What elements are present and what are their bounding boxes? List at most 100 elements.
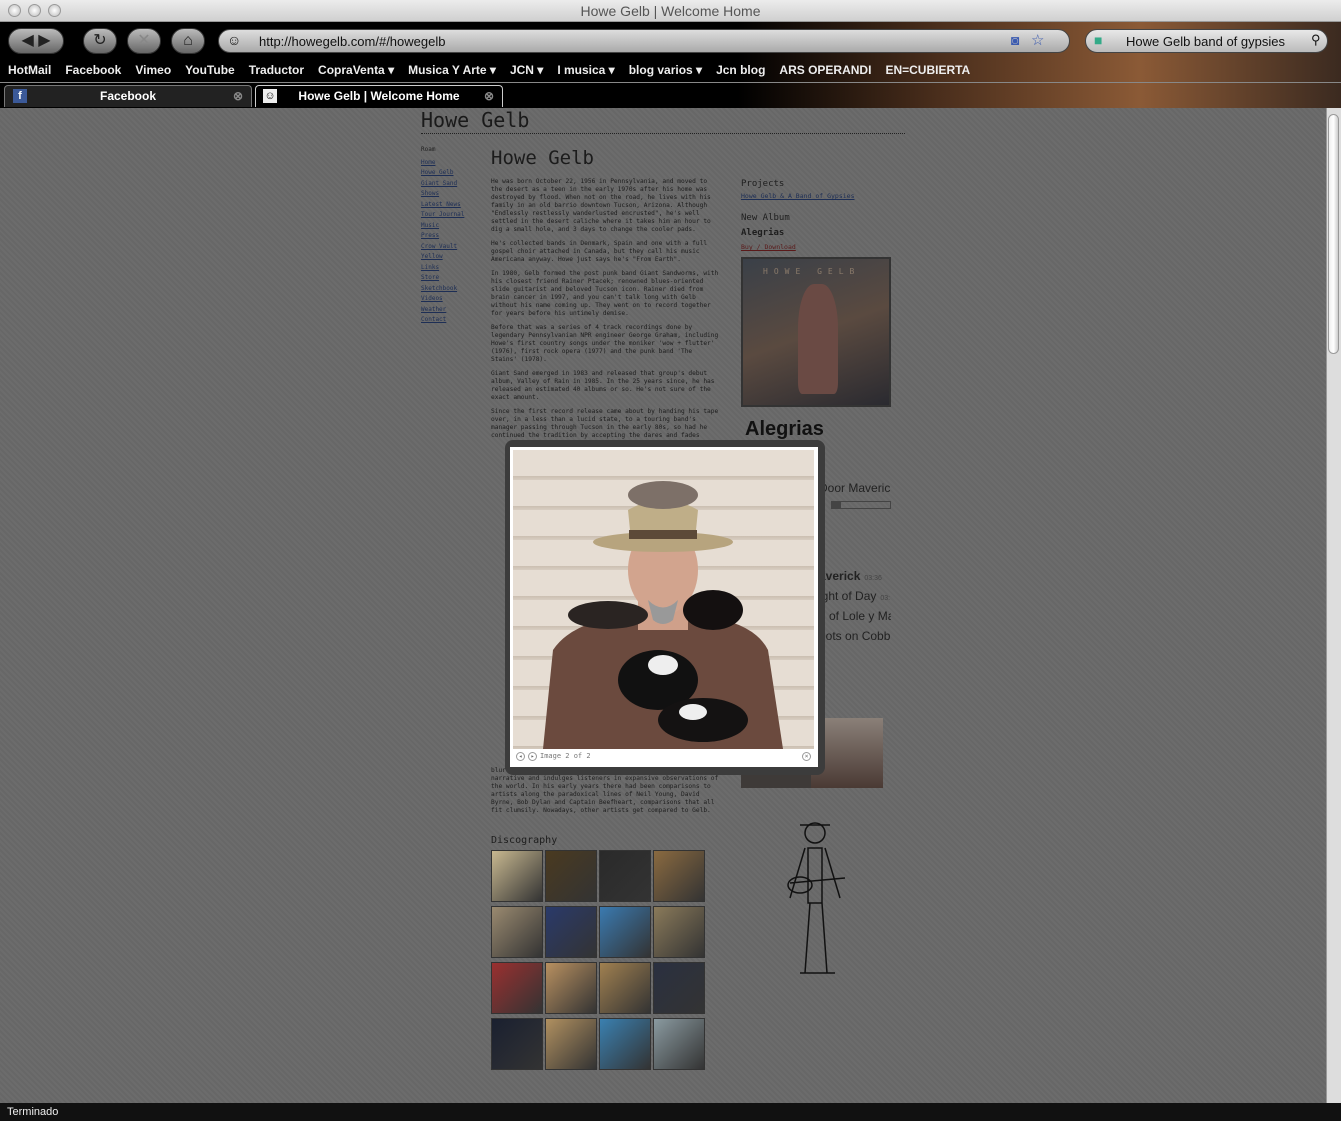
album-thumbnail[interactable] — [545, 850, 597, 902]
url-bar[interactable]: ☺ http://howegelb.com/#/howegelb ◙ ☆ — [218, 29, 1070, 53]
buy-download-link[interactable]: Buy / Download — [741, 241, 891, 253]
track-time: 03:36 — [864, 575, 882, 582]
reload-button[interactable]: ↻ — [83, 28, 117, 54]
tab-label: Howe Gelb | Welcome Home — [298, 89, 460, 103]
album-thumbnail[interactable] — [491, 1018, 543, 1070]
track-item[interactable]: oots on Cobb — [819, 629, 891, 643]
album-thumbnail[interactable] — [599, 962, 651, 1014]
guitarist-sketch-image — [787, 822, 846, 974]
bio-paragraph: He's collected bands in Denmark, Spain a… — [491, 240, 708, 263]
site-favicon-icon: ☺ — [227, 32, 242, 48]
bookmark-item[interactable]: EN=CUBIERTA — [885, 63, 970, 81]
album-thumbnail[interactable] — [653, 906, 705, 958]
back-forward-button[interactable]: ◀ ▶ — [8, 28, 64, 54]
nav-link[interactable]: Links — [421, 263, 464, 274]
nav-link[interactable]: Music — [421, 221, 464, 232]
nav-link[interactable]: Store — [421, 273, 464, 284]
sidebar-right: Projects Howe Gelb & A Band of Gypsies N… — [741, 178, 891, 253]
url-text: http://howegelb.com/#/howegelb — [259, 34, 446, 49]
nav-link[interactable]: Giant Sand — [421, 179, 464, 190]
track-title: oots on Cobb — [819, 629, 891, 643]
bookmark-item[interactable]: Vimeo — [135, 63, 171, 81]
bookmark-item[interactable]: Jcn blog — [716, 63, 765, 81]
album-thumbnail[interactable] — [653, 1018, 705, 1070]
bio-paragraph: In 1980, Gelb formed the post punk band … — [491, 270, 719, 317]
album-thumbnail[interactable] — [545, 962, 597, 1014]
previous-image-button[interactable]: ◂ — [516, 752, 525, 761]
lightbox-photo — [513, 450, 814, 749]
bio-paragraph: Before that was a series of 4 track reco… — [491, 324, 719, 363]
search-icon[interactable]: ⚲ — [1311, 32, 1321, 48]
album-cover-image[interactable]: HOWE GELB — [741, 257, 891, 407]
album-name: Alegrias — [741, 228, 785, 238]
nav-link[interactable]: Press — [421, 231, 464, 242]
album-thumbnail[interactable] — [599, 850, 651, 902]
projects-heading: Projects — [741, 179, 785, 189]
bookmark-item[interactable]: Musica Y Arte ▾ — [408, 63, 496, 81]
nav-link[interactable]: Yellow — [421, 252, 464, 263]
bookmark-item[interactable]: Traductor — [249, 63, 304, 81]
lightbox-caption: Image 2 of 2 — [540, 752, 591, 760]
nav-link[interactable]: Contact — [421, 315, 464, 326]
home-button[interactable]: ⌂ — [171, 28, 205, 54]
lightbox: ◂ ▸ Image 2 of 2 × — [510, 447, 818, 767]
now-playing-title: Door Maveric — [819, 481, 891, 495]
stop-button[interactable]: ✕ — [127, 28, 161, 54]
bookmark-star-icon[interactable]: ☆ — [1031, 31, 1044, 49]
nav-link[interactable]: Home — [421, 158, 464, 169]
nav-link[interactable]: Crow Vault — [421, 242, 464, 253]
tab-bar: f Facebook ⊗ ☺ Howe Gelb | Welcome Home … — [0, 82, 1341, 107]
page-heading: Howe Gelb — [491, 147, 594, 169]
projects-link[interactable]: Howe Gelb & A Band of Gypsies — [741, 192, 855, 200]
bookmark-item[interactable]: CopraVenta ▾ — [318, 63, 394, 81]
nav-link[interactable]: Sketchbook — [421, 284, 464, 295]
nav-link[interactable]: Videos — [421, 294, 464, 305]
bookmark-item[interactable]: Facebook — [65, 63, 121, 81]
album-thumbnail[interactable] — [545, 906, 597, 958]
close-lightbox-button[interactable]: × — [802, 752, 811, 761]
bookmark-item[interactable]: I musica ▾ — [557, 63, 614, 81]
bookmark-item[interactable]: ARS OPERANDI — [779, 63, 871, 81]
album-thumbnail[interactable] — [653, 962, 705, 1014]
nav-link[interactable]: Howe Gelb — [421, 168, 464, 179]
nav-link[interactable]: Shows — [421, 189, 464, 200]
bookmark-item[interactable]: blog varios ▾ — [629, 63, 702, 81]
man-with-kittens-photo — [543, 481, 783, 749]
nav-link[interactable]: Tour Journal — [421, 210, 464, 221]
album-heading: Alegrias — [745, 418, 824, 440]
album-thumbnail[interactable] — [491, 850, 543, 902]
progress-fill — [832, 502, 841, 508]
nav-heading: Roam — [421, 146, 436, 153]
track-item[interactable]: ight of Day 03: — [819, 589, 891, 603]
bookmark-item[interactable]: HotMail — [8, 63, 51, 81]
search-input[interactable]: Howe Gelb band of gypsies — [1126, 34, 1285, 49]
album-thumbnail[interactable] — [545, 1018, 597, 1070]
progress-bar[interactable] — [831, 501, 891, 509]
bio-paragraph: Since the first record release came abou… — [491, 408, 719, 439]
nav-link[interactable]: Weather — [421, 305, 464, 316]
close-tab-icon[interactable]: ⊗ — [484, 86, 494, 107]
album-thumbnail[interactable] — [599, 906, 651, 958]
scrollbar-thumb[interactable] — [1328, 114, 1339, 354]
rss-icon[interactable]: ◙ — [1011, 32, 1019, 48]
tab-facebook[interactable]: f Facebook ⊗ — [4, 85, 252, 107]
album-thumbnail[interactable] — [599, 1018, 651, 1070]
nav-link[interactable]: Latest News — [421, 200, 464, 211]
cover-lettering: HOWE GELB — [763, 267, 861, 276]
discography-heading: Discography — [491, 835, 558, 846]
bookmark-item[interactable]: YouTube — [185, 63, 235, 81]
tab-howe-gelb[interactable]: ☺ Howe Gelb | Welcome Home ⊗ — [255, 85, 503, 107]
track-item[interactable]: d of Lole y Ma — [819, 609, 891, 623]
bookmark-item[interactable]: JCN ▾ — [510, 63, 543, 81]
close-tab-icon[interactable]: ⊗ — [233, 86, 243, 107]
album-thumbnail[interactable] — [491, 906, 543, 958]
site-title: Howe Gelb — [421, 108, 530, 132]
album-thumbnail[interactable] — [653, 850, 705, 902]
album-thumbnail[interactable] — [491, 962, 543, 1014]
google-icon[interactable]: ■ — [1094, 32, 1102, 48]
track-item[interactable]: averick 03:36 — [819, 569, 891, 583]
divider — [421, 133, 905, 134]
next-image-button[interactable]: ▸ — [528, 752, 537, 761]
bookmarks-bar: HotMail Facebook Vimeo YouTube Traductor Copr… — [0, 63, 970, 81]
search-box[interactable]: ■ Howe Gelb band of gypsies ⚲ — [1085, 29, 1328, 53]
